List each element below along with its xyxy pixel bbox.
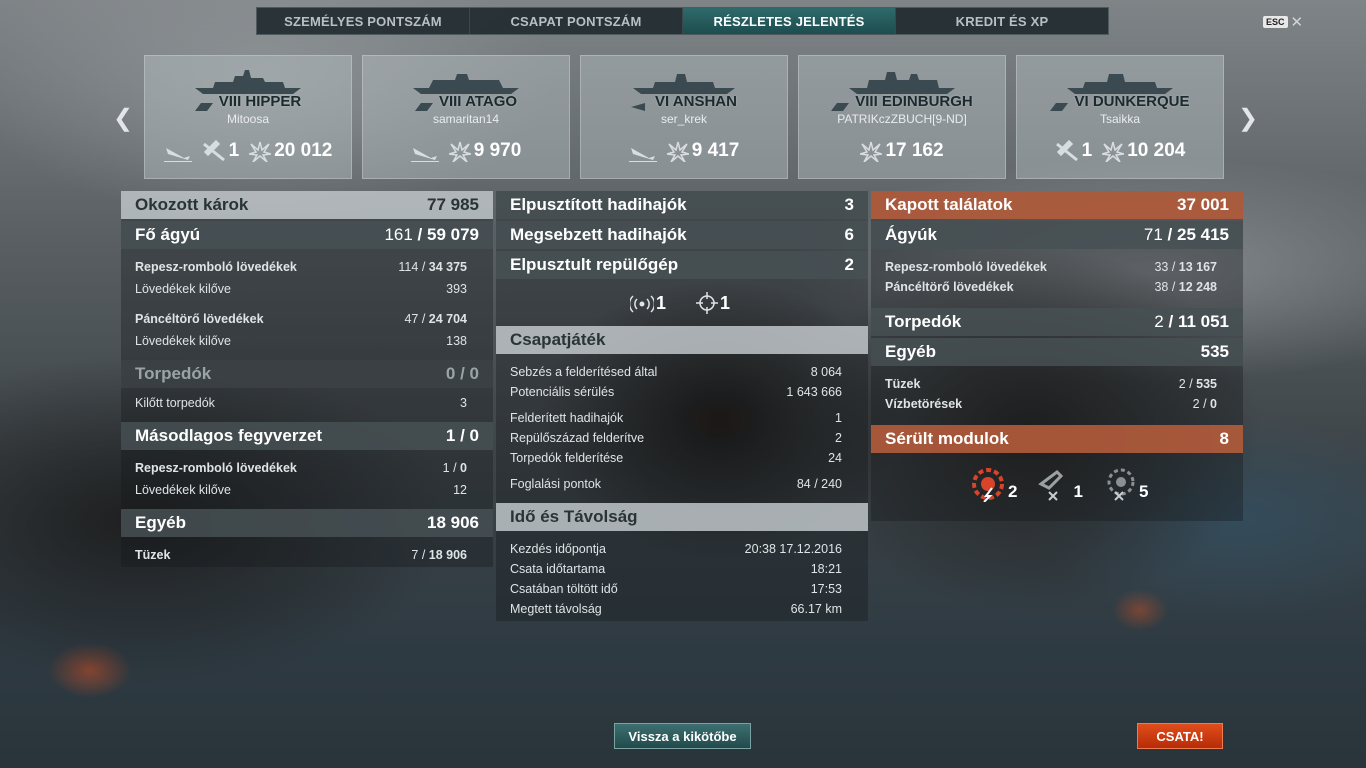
player-name: PATRIKczZBUCH[9-ND] — [837, 112, 967, 126]
damage-value: 20 012 — [274, 140, 333, 161]
ship-silhouette-icon — [195, 70, 301, 94]
player-name: Mitoosa — [226, 112, 270, 126]
ship-card-1[interactable]: VIII ATAGO samaritan14 9 970 — [362, 55, 570, 179]
player-name: Tsaikka — [1099, 112, 1140, 126]
damage-icon: 17 162 — [860, 140, 944, 162]
teamplay-row: Foglalási pontok 84 / 240 — [510, 477, 842, 491]
tab-credits-xp[interactable]: KREDIT ÉS XP — [896, 8, 1108, 34]
main-guns-header: Fő ágyú 161 / 59 079 — [121, 221, 493, 249]
teamplay-header: Csapatjáték — [496, 326, 868, 354]
damage-icon: 9 970 — [448, 140, 522, 162]
ship-name: VIII HIPPER — [145, 93, 351, 112]
teamplay-row: Potenciális sérülés 1 643 666 — [510, 385, 842, 399]
turret-module-icon: 5 — [1101, 466, 1148, 502]
carousel-next-icon[interactable]: ❯ — [1238, 104, 1258, 133]
received-flooding-row: Vízbetörések 2 / 0 — [885, 397, 1217, 411]
damaged-modules-header: Sérült modulok 8 — [871, 425, 1243, 453]
radio-signal-icon: 1 — [630, 292, 666, 314]
esc-key: ESC — [1263, 16, 1288, 28]
ship-card-4[interactable]: VI DUNKERQUE Tsaikka 1 10 204 — [1016, 55, 1224, 179]
ship-name: VIII ATAGO — [363, 93, 569, 112]
ship-card-0[interactable]: VIII HIPPER Mitoosa 1 20 012 — [144, 55, 352, 179]
ship-silhouette-icon — [1067, 74, 1173, 94]
torpedoes-fired-row: Kilőtt torpedók 3 — [135, 396, 467, 410]
received-fires-row: Tüzek 2 / 535 — [885, 377, 1217, 391]
damage-icon: 20 012 — [249, 140, 332, 162]
received-ap-row: Páncéltörő lövedékek 38 / 12 248 — [885, 280, 1217, 294]
ship-name: VIII EDINBURGH — [799, 93, 1005, 112]
secondary-fired-row: Lövedékek kilőve 12 — [135, 483, 467, 497]
teamplay-row: Felderített hadihajók 1 — [510, 411, 842, 425]
time-row: Csatában töltött idő 17:53 — [510, 582, 842, 596]
damage-value: 9 970 — [473, 140, 522, 161]
teamplay-row: Repülőszázad felderítve 2 — [510, 431, 842, 445]
torpedoes-header: Torpedók 0 / 0 — [121, 360, 493, 388]
ships-destroyed-header: Elpusztított hadihajók 3 — [496, 191, 868, 219]
player-name: ser_krek — [660, 112, 707, 126]
other-received-header: Egyéb 535 — [871, 338, 1243, 366]
ship-name: VI ANSHAN — [581, 93, 787, 112]
secondary-header: Másodlagos fegyverzet 1 / 0 — [121, 422, 493, 450]
main-ap-fired-row: Lövedékek kilőve 138 — [135, 334, 467, 348]
sunk-ship-icon — [410, 140, 439, 162]
teamplay-row: Sebzés a felderítésed által 8 064 — [510, 365, 842, 379]
hits-received-header: Kapott találatok 37 001 — [871, 191, 1243, 219]
secondary-he-row: Repesz-romboló lövedékek 1 / 0 — [135, 461, 467, 475]
main-he-fired-row: Lövedékek kilőve 393 — [135, 282, 467, 296]
plane-shot-icon: 1 — [1055, 140, 1093, 162]
ship-card-3[interactable]: VIII EDINBURGH PATRIKczZBUCH[9-ND] 17 16… — [798, 55, 1006, 179]
tab-bar: SZEMÉLYES PONTSZÁM CSAPAT PONTSZÁM RÉSZL… — [256, 7, 1109, 35]
fires-row: Tüzek 7 / 18 906 — [135, 548, 467, 562]
ships-damaged-header: Megsebzett hadihajók 6 — [496, 221, 868, 249]
planes-value: 1 — [1081, 140, 1093, 161]
back-to-port-button[interactable]: Vissza a kikötőbe — [614, 723, 751, 749]
damage-value: 9 417 — [691, 140, 740, 161]
ship-silhouette-icon — [633, 74, 735, 94]
battle-button[interactable]: CSATA! — [1137, 723, 1223, 749]
crosshair-icon: 1 — [696, 292, 730, 314]
tab-team-score[interactable]: CSAPAT PONTSZÁM — [470, 8, 683, 34]
damage-value: 17 162 — [885, 140, 944, 161]
ship-silhouette-icon — [413, 74, 519, 94]
damage-icon: 10 204 — [1102, 140, 1185, 162]
close-icon[interactable]: ✕ — [1291, 13, 1304, 31]
other-header: Egyéb 18 906 — [121, 509, 493, 537]
received-he-row: Repesz-romboló lövedékek 33 / 13 167 — [885, 260, 1217, 274]
main-he-row: Repesz-romboló lövedékek 114 / 34 375 — [135, 260, 467, 274]
damage-dealt-header: Okozott károk 77 985 — [121, 191, 493, 219]
guns-received-header: Ágyúk 71 / 25 415 — [871, 221, 1243, 249]
tab-detailed-report[interactable]: RÉSZLETES JELENTÉS — [683, 8, 896, 34]
damage-icon: 9 417 — [666, 140, 740, 162]
gun-module-icon: 1 — [1035, 466, 1083, 502]
ship-name: VI DUNKERQUE — [1017, 93, 1223, 112]
sunk-ship-icon — [163, 140, 192, 162]
engine-module-icon: 2 — [970, 466, 1017, 502]
planes-value: 1 — [228, 140, 240, 161]
ship-silhouette-icon — [849, 72, 955, 94]
ship-card-2[interactable]: VI ANSHAN ser_krek 9 417 — [580, 55, 788, 179]
torpedoes-received-header: Torpedók 2 / 11 051 — [871, 308, 1243, 336]
time-row: Csata időtartama 18:21 — [510, 562, 842, 576]
carousel-prev-icon[interactable]: ❮ — [113, 104, 133, 133]
main-ap-row: Páncéltörő lövedékek 47 / 24 704 — [135, 312, 467, 326]
tab-personal-score[interactable]: SZEMÉLYES PONTSZÁM — [257, 8, 470, 34]
time-distance-header: Idő és Távolság — [496, 503, 868, 531]
sunk-ship-icon — [628, 140, 657, 162]
planes-destroyed-header: Elpusztult repülőgép 2 — [496, 251, 868, 279]
plane-shot-icon: 1 — [202, 140, 240, 162]
damage-value: 10 204 — [1127, 140, 1186, 161]
teamplay-row: Torpedók felderítése 24 — [510, 451, 842, 465]
time-row: Megtett távolság 66.17 km — [510, 602, 842, 616]
esc-close-button[interactable]: ESC ✕ — [1263, 13, 1303, 31]
player-name: samaritan14 — [432, 112, 500, 126]
time-row: Kezdés időpontja 20:38 17.12.2016 — [510, 542, 842, 556]
